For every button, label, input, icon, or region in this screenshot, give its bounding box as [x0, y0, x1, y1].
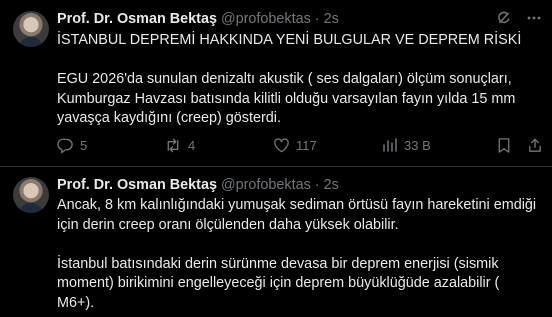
views-count: 33 B	[404, 137, 431, 153]
separator-dot: ·	[314, 11, 320, 27]
timestamp[interactable]: 2s	[324, 177, 339, 193]
author-avatar[interactable]	[13, 11, 49, 47]
author-handle[interactable]: @profobektas	[221, 177, 311, 193]
timestamp[interactable]: 2s	[324, 11, 339, 27]
views-icon	[382, 137, 398, 153]
tweet-paragraph: EGU 2026'da sunulan denizaltı akustik ( …	[57, 71, 516, 126]
grok-icon[interactable]	[496, 10, 512, 26]
views-button[interactable]: 33 B	[382, 137, 431, 153]
tweet-paragraph: Ancak, 8 km kalınlığındaki yumuşak sedim…	[57, 197, 537, 233]
separator-dot: ·	[314, 177, 320, 193]
more-icon[interactable]	[526, 10, 542, 26]
share-button[interactable]	[527, 137, 543, 154]
reply-count: 5	[80, 137, 88, 153]
repost-icon	[164, 137, 182, 154]
header-icons	[496, 10, 542, 26]
tweet-header: Prof. Dr. Osman Bektaş @profobektas · 2s	[57, 10, 542, 28]
tweet-paragraph: İstanbul batısındaki derin sürünme devas…	[57, 255, 500, 311]
reply-button[interactable]: 5	[57, 137, 87, 154]
author-avatar[interactable]	[13, 177, 49, 213]
like-count: 117	[296, 137, 317, 153]
bookmark-button[interactable]	[496, 137, 512, 154]
author-name[interactable]: Prof. Dr. Osman Bektaş	[57, 177, 217, 193]
author-handle[interactable]: @profobektas	[221, 11, 311, 27]
like-button[interactable]: 117	[273, 137, 317, 154]
tweet-text: İSTANBUL DEPREMİ HAKKINDA YENİ BULGULAR …	[57, 31, 537, 129]
like-icon	[273, 137, 290, 154]
tweet-header: Prof. Dr. Osman Bektaş @profobektas · 2s	[57, 176, 542, 194]
author-name[interactable]: Prof. Dr. Osman Bektaş	[57, 11, 217, 27]
repost-button[interactable]: 4	[164, 137, 195, 154]
bookmark-icon	[496, 137, 512, 154]
share-icon	[527, 137, 543, 154]
tweet-paragraph: İSTANBUL DEPREMİ HAKKINDA YENİ BULGULAR …	[57, 32, 522, 48]
tweet-text: Ancak, 8 km kalınlığındaki yumuşak sedim…	[57, 196, 537, 313]
reply-icon	[57, 137, 74, 154]
tweet-divider	[0, 166, 552, 167]
action-bar: 5 4 117 33 B	[57, 136, 543, 154]
repost-count: 4	[188, 137, 196, 153]
